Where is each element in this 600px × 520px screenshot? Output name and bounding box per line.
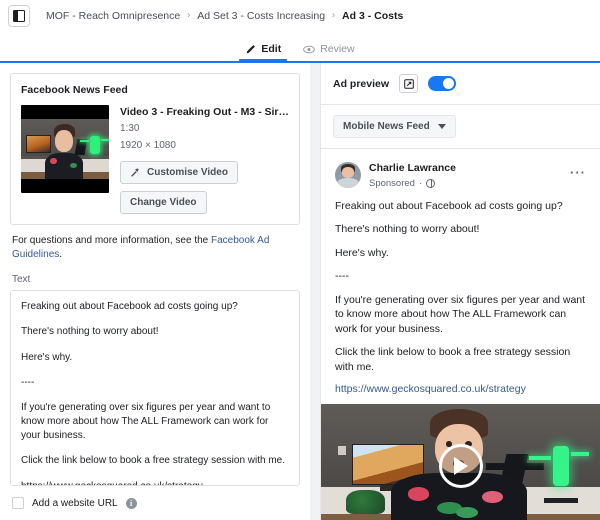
sponsored-row: Sponsored · (369, 178, 456, 189)
ad-paragraph: Here's why. (335, 246, 389, 259)
ad-post-header: Charlie Lawrance Sponsored · ··· (335, 162, 586, 189)
ads-manager-screen: MOF - Reach Omnipresence › Ad Set 3 - Co… (0, 0, 600, 520)
sidebar-toggle-button[interactable] (8, 4, 30, 27)
panel-gap (310, 63, 320, 520)
tab-review[interactable]: Review (303, 43, 355, 61)
ad-guidelines-prefix: For questions and more information, see … (12, 235, 211, 247)
video-thumbnail[interactable] (21, 105, 109, 193)
ad-post-identity: Charlie Lawrance Sponsored · (369, 162, 456, 189)
preview-header: Ad preview (321, 63, 600, 105)
eye-icon (303, 45, 315, 54)
ad-paragraph: If you're generating over six figures pe… (335, 293, 586, 335)
media-meta: Video 3 - Freaking Out - M3 - Sire... 1:… (120, 105, 289, 215)
ad-paragraph: ---- (335, 270, 349, 283)
magic-wand-icon (131, 167, 140, 177)
text-paragraph: Freaking out about Facebook ad costs goi… (21, 301, 238, 313)
post-options-button[interactable]: ··· (570, 166, 586, 179)
content-area: Facebook News Feed Video 3 - Freaking Ou… (0, 63, 600, 520)
placement-select[interactable]: Mobile News Feed (333, 115, 456, 138)
media-card-title: Facebook News Feed (21, 84, 128, 96)
media-card: Facebook News Feed Video 3 - Freaking Ou… (10, 73, 300, 226)
page-name[interactable]: Charlie Lawrance (369, 162, 456, 176)
add-website-url-label: Add a website URL (32, 497, 118, 509)
customise-video-label: Customise Video (147, 167, 228, 179)
avatar (335, 162, 361, 188)
breadcrumb-separator: › (187, 9, 191, 20)
video-title: Video 3 - Freaking Out - M3 - Sire... (120, 106, 289, 118)
breadcrumb-item-ad: Ad 3 - Costs (342, 9, 404, 22)
primary-text-input[interactable]: Freaking out about Facebook ad costs goi… (10, 290, 300, 487)
text-paragraph: Here's why. (21, 351, 73, 363)
info-icon[interactable]: i (125, 497, 137, 509)
ad-guidelines-suffix: . (59, 249, 63, 261)
globe-icon (426, 178, 436, 188)
video-duration: 1:30 (120, 123, 140, 135)
add-website-url-row[interactable]: Add a website URL i (12, 497, 298, 510)
tab-review-label: Review (320, 43, 355, 56)
video-thumbnail-image (21, 119, 109, 179)
preview-panel: Ad preview Mobile News Feed Charlie Lawr… (320, 63, 600, 520)
sidebar-toggle-icon (13, 9, 25, 22)
change-video-label: Change Video (130, 197, 197, 209)
chevron-down-icon (437, 124, 446, 129)
media-row: Video 3 - Freaking Out - M3 - Sire... 1:… (21, 105, 289, 215)
ad-paragraph: There's nothing to worry about! (335, 223, 480, 236)
ad-video-preview[interactable] (321, 404, 600, 520)
top-bar: MOF - Reach Omnipresence › Ad Set 3 - Co… (0, 0, 600, 31)
ad-link-url[interactable]: https://www.geckosquared.co.uk/strategy (335, 383, 586, 395)
ad-preview-title: Ad preview (333, 77, 390, 90)
change-video-button[interactable]: Change Video (120, 191, 207, 215)
customise-video-button[interactable]: Customise Video (120, 161, 238, 185)
text-paragraph: https://www.geckosquared.co.uk/strategy (21, 480, 203, 487)
text-paragraph: ---- (21, 376, 35, 388)
text-field-label: Text (12, 274, 31, 286)
tab-edit[interactable]: Edit (239, 43, 288, 62)
breadcrumb-separator: › (332, 9, 336, 20)
ad-preview-toggle[interactable] (428, 76, 457, 91)
breadcrumb: MOF - Reach Omnipresence › Ad Set 3 - Co… (46, 10, 403, 22)
placement-select-value: Mobile News Feed (343, 121, 430, 132)
ad-paragraph: Click the link below to book a free stra… (335, 346, 571, 373)
add-website-url-checkbox[interactable] (12, 497, 24, 510)
sponsored-label: Sponsored (369, 177, 415, 189)
video-resolution: 1920 × 1080 (120, 139, 176, 151)
play-button-icon[interactable] (438, 444, 483, 488)
toggle-knob (443, 78, 455, 89)
ad-preview-body: Charlie Lawrance Sponsored · ··· Freakin… (321, 149, 600, 520)
text-paragraph: If you're generating over six figures pe… (21, 401, 271, 442)
tab-edit-label: Edit (261, 43, 282, 56)
ad-paragraph: Freaking out about Facebook ad costs goi… (335, 199, 563, 212)
external-link-icon (403, 78, 414, 89)
ad-guidelines-note: For questions and more information, see … (12, 234, 298, 262)
breadcrumb-item-campaign[interactable]: MOF - Reach Omnipresence (46, 10, 180, 22)
text-paragraph: There's nothing to worry about! (21, 326, 159, 338)
breadcrumb-item-adset[interactable]: Ad Set 3 - Costs Increasing (197, 10, 325, 22)
ad-post-text: Freaking out about Facebook ad costs goi… (335, 199, 586, 395)
placement-selector-row: Mobile News Feed (321, 105, 600, 149)
text-paragraph: Click the link below to book a free stra… (21, 455, 286, 467)
media-buttons: Customise Video Change Video (120, 161, 289, 215)
tab-bar: Edit Review (0, 31, 600, 62)
pencil-icon (247, 45, 256, 54)
separator-dot: · (418, 177, 423, 189)
edit-panel: Facebook News Feed Video 3 - Freaking Ou… (0, 63, 310, 520)
open-preview-external-button[interactable] (399, 74, 419, 93)
